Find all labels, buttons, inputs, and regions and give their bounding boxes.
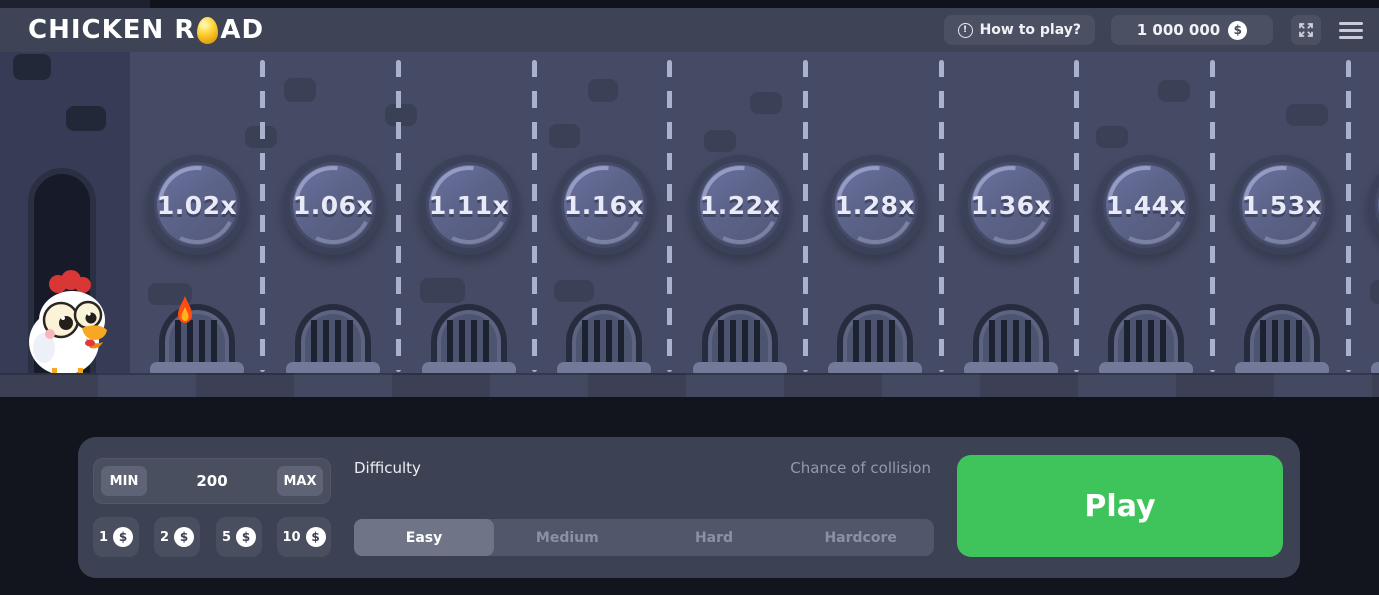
menu-button[interactable] <box>1339 22 1363 39</box>
tab-easy[interactable]: Easy <box>354 519 494 556</box>
multiplier-coin: 1.22x <box>690 155 790 255</box>
chip-button-10[interactable]: 10 $ <box>277 517 331 557</box>
background-block <box>385 104 417 126</box>
multiplier-coin: 1.16x <box>554 155 654 255</box>
bet-amount-box: MIN 200 MAX <box>93 458 331 504</box>
multiplier-value: 1.16x <box>554 155 654 255</box>
multiplier-value: 1.06x <box>283 155 383 255</box>
background-block <box>13 54 51 80</box>
difficulty-tabs: Easy Medium Hard Hardcore <box>354 519 934 556</box>
logo-text-left: CHICKEN R <box>28 15 195 45</box>
lane-divider <box>1210 60 1215 372</box>
chip-button-2[interactable]: 2 $ <box>154 517 200 557</box>
background-block <box>284 78 316 102</box>
dollar-coin-icon: $ <box>113 527 133 547</box>
multiplier-coin: 1.44x <box>1096 155 1196 255</box>
background-block <box>1158 80 1190 102</box>
background-block <box>704 130 736 152</box>
multiplier-value: 1.53x <box>1232 155 1332 255</box>
multiplier-coin: 1.28x <box>825 155 925 255</box>
difficulty-label: Difficulty <box>354 459 421 477</box>
chicken-character <box>24 268 112 380</box>
game-area: 1.02x 1.06x 1.11x 1.16x 1.22x 1.28x 1.36… <box>0 52 1379 397</box>
play-button[interactable]: Play <box>957 455 1283 557</box>
lane-divider <box>803 60 808 372</box>
max-bet-button[interactable]: MAX <box>277 466 323 496</box>
background-block <box>750 92 782 114</box>
logo: CHICKEN R AD <box>28 15 264 45</box>
min-bet-button[interactable]: MIN <box>101 466 147 496</box>
multiplier-coin: 1.36x <box>961 155 1061 255</box>
golden-egg-icon <box>197 17 218 44</box>
tab-medium[interactable]: Medium <box>494 519 641 556</box>
background-block <box>1096 126 1128 148</box>
tab-hardcore[interactable]: Hardcore <box>787 519 934 556</box>
lane-divider <box>1074 60 1079 372</box>
tab-hard[interactable]: Hard <box>641 519 788 556</box>
chip-button-5[interactable]: 5 $ <box>216 517 262 557</box>
hamburger-icon <box>1339 22 1363 25</box>
chicken-road-app: CHICKEN R AD ! How to play? 1 000 000 $ <box>0 0 1379 595</box>
balance-display: 1 000 000 $ <box>1111 15 1273 45</box>
chance-of-collision-label: Chance of collision <box>790 459 931 477</box>
dollar-coin-icon: $ <box>306 527 326 547</box>
lane-divider <box>667 60 672 372</box>
multiplier-value: 1.11x <box>419 155 519 255</box>
dollar-coin-icon: $ <box>236 527 256 547</box>
multiplier-coin: 1.11x <box>419 155 519 255</box>
multiplier-coin: 1.53x <box>1232 155 1332 255</box>
lane-divider <box>939 60 944 372</box>
logo-text-right: AD <box>220 15 264 45</box>
lane-divider <box>260 60 265 372</box>
fullscreen-button[interactable] <box>1291 15 1321 45</box>
dollar-coin-icon: $ <box>1228 21 1247 40</box>
sidewalk <box>0 373 1379 397</box>
background-block <box>1286 104 1328 126</box>
background-block <box>1370 280 1379 304</box>
lane-divider <box>532 60 537 372</box>
how-to-play-label: How to play? <box>980 22 1081 38</box>
multiplier-value: 1.28x <box>825 155 925 255</box>
lane-divider <box>1346 60 1351 372</box>
how-to-play-button[interactable]: ! How to play? <box>944 15 1095 45</box>
multiplier-coin: 1.06x <box>283 155 383 255</box>
lane-divider <box>396 60 401 372</box>
header: CHICKEN R AD ! How to play? 1 000 000 $ <box>0 8 1379 52</box>
background-block <box>588 79 618 102</box>
background-block <box>554 280 594 302</box>
dollar-coin-icon: $ <box>174 527 194 547</box>
multiplier-value: 1.02x <box>147 155 247 255</box>
background-block <box>66 106 106 131</box>
background-block <box>420 278 465 303</box>
top-strip <box>0 0 1379 8</box>
multiplier-value: 1.22x <box>690 155 790 255</box>
control-panel: MIN 200 MAX 1 $ 2 $ 5 $ 10 $ Difficulty … <box>78 437 1300 578</box>
multiplier-coin: 1.02x <box>147 155 247 255</box>
multiplier-value: 1.44x <box>1096 155 1196 255</box>
chip-button-1[interactable]: 1 $ <box>93 517 139 557</box>
info-icon: ! <box>958 23 973 38</box>
bet-amount-input[interactable]: 200 <box>196 472 227 490</box>
top-strip-left <box>0 0 150 8</box>
flame-icon <box>177 296 193 324</box>
expand-icon <box>1298 22 1314 38</box>
background-block <box>549 124 580 148</box>
balance-value: 1 000 000 <box>1137 21 1221 39</box>
multiplier-value: 1.36x <box>961 155 1061 255</box>
